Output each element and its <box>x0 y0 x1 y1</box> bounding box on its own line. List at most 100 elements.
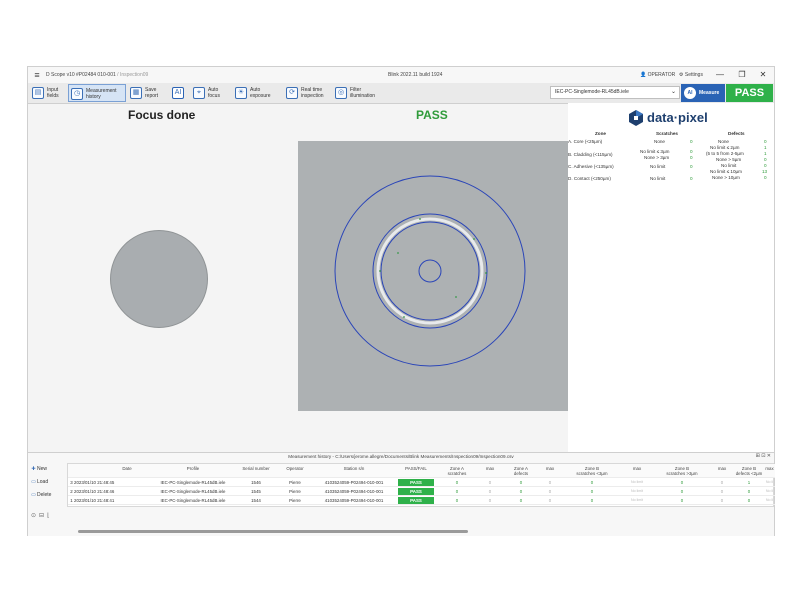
maximize-button[interactable]: ❐ <box>736 69 748 81</box>
col-zone-b-scratches-gt3[interactable]: Zone B scratches >3µm <box>652 466 712 476</box>
max-cell: 0 <box>548 498 552 503</box>
serial-cell: 1545 <box>251 489 261 494</box>
scratches-cell: None <box>654 139 665 144</box>
max-cell: 0 <box>720 480 724 485</box>
close-button[interactable]: ✕ <box>757 69 769 81</box>
col-max[interactable]: max <box>624 466 650 471</box>
table-row[interactable]: 3 2023/01/10 21:48:45 IEC-PC-Singlemode-… <box>68 478 775 487</box>
refresh-icon[interactable]: ⊙ <box>31 513 39 519</box>
logo-text: data·pixel <box>647 110 708 125</box>
operator-button[interactable]: 👤 OPERATOR <box>640 72 675 78</box>
col-zone-b-scratches-lt3[interactable]: Zone B scratches <3µm <box>562 466 622 476</box>
scratches-value: 0 <box>690 155 693 160</box>
defects-value: 1 <box>764 145 767 150</box>
max-cell: No li <box>765 480 774 484</box>
table-row[interactable]: 1 2023/01/10 21:48:41 IEC-PC-Singlemode-… <box>68 496 775 505</box>
defects-header: Defects <box>728 131 745 136</box>
max-cell: No li <box>765 498 774 502</box>
defect-dot <box>455 296 457 298</box>
col-zone-a-scratches[interactable]: Zone A scratches <box>440 466 474 476</box>
col-station[interactable]: Station s/n <box>316 466 392 471</box>
table-row[interactable]: 2 2023/01/10 21:48:46 IEC-PC-Singlemode-… <box>68 487 775 496</box>
zone-core-ring <box>418 259 442 283</box>
exposure-icon: ☀ <box>235 87 247 99</box>
new-label: New <box>37 466 48 472</box>
horizontal-scrollbar[interactable] <box>78 530 468 533</box>
measurement-history-button[interactable]: ◷ Measurement history <box>68 84 126 102</box>
col-max[interactable]: max <box>712 466 732 471</box>
value-cell: 0 <box>455 480 459 485</box>
max-cell: No limit <box>631 498 643 502</box>
filter-illumination-label: Filter illumination <box>350 87 376 99</box>
save-report-button[interactable]: ▦ Save report <box>128 84 168 102</box>
col-profile[interactable]: Profile <box>152 466 234 471</box>
col-serial[interactable]: Serial number <box>236 466 276 471</box>
filter-icon: ◎ <box>335 87 347 99</box>
settings-button[interactable]: ⚙ Settings <box>679 72 703 78</box>
chevron-down-icon: ⌄ <box>670 89 676 95</box>
ai-button[interactable]: AI <box>170 84 188 102</box>
pass-cell: PASS <box>398 497 434 504</box>
col-max[interactable]: max <box>538 466 562 471</box>
defects-value: 0 <box>764 157 767 162</box>
history-tool-icons[interactable]: ⊙⊟⌊ <box>31 512 52 519</box>
col-pass-fail[interactable]: PASS/FAIL <box>396 466 436 471</box>
input-fields-button[interactable]: ▤ Input fields <box>30 84 68 102</box>
value-cell: 0 <box>590 480 594 485</box>
panel-controls[interactable]: ⊞ ⊡ ✕ <box>756 453 771 459</box>
defects-value: 0 <box>764 175 767 180</box>
col-operator[interactable]: Operator <box>278 466 312 471</box>
form-icon: ▤ <box>32 87 44 99</box>
measurement-history-panel: Measurement history - C:/Users/jerome.al… <box>28 452 775 536</box>
defect-dot <box>485 272 487 274</box>
minimize-button[interactable]: — <box>714 69 726 81</box>
defects-value: 0 <box>764 163 767 168</box>
table-header-row: Date Profile Serial number Operator Stat… <box>68 464 775 478</box>
scratches-cell: None > 3µm <box>644 155 670 160</box>
value-cell: 0 <box>680 498 684 503</box>
col-max[interactable]: max <box>476 466 504 471</box>
real-time-inspection-button[interactable]: ⟳ Real time inspection <box>284 84 334 102</box>
filter-illumination-button[interactable]: ◎ Filter illumination <box>333 84 383 102</box>
new-button[interactable]: ✚New <box>30 464 64 475</box>
chart-icon[interactable]: ⌊ <box>47 513 52 519</box>
fiber-end-face-image[interactable] <box>298 141 568 411</box>
station-cell: 4103524059-P02494-010-001 <box>324 489 384 494</box>
profile-select[interactable]: IEC-PC-Singlemode-RL45dB.iele ⌄ <box>550 86 680 99</box>
fiber-zone-overlay <box>334 175 526 367</box>
max-cell: 0 <box>488 498 492 503</box>
pass-cell: PASS <box>398 479 434 486</box>
value-cell: 0 <box>519 498 523 503</box>
defects-value: 1 <box>764 151 767 156</box>
max-cell: 0 <box>548 489 552 494</box>
defect-dot <box>473 238 475 240</box>
value-cell: 0 <box>455 498 459 503</box>
load-button[interactable]: ▭Load <box>30 477 64 488</box>
col-max[interactable]: max <box>764 466 775 471</box>
auto-focus-button[interactable]: ⌖ Auto focus <box>191 84 231 102</box>
value-cell: 0 <box>747 498 751 503</box>
auto-exposure-button[interactable]: ☀ Auto exposure <box>233 84 281 102</box>
measure-label: Measure <box>699 90 720 96</box>
col-zone-b-defects[interactable]: Zone B defects <2µm <box>734 466 764 476</box>
hamburger-icon[interactable]: ≡ <box>32 70 42 80</box>
window-title: D Scope v10 #P02484 010-001 / Inspection… <box>46 72 148 78</box>
operator-cell: Pierre <box>289 489 301 494</box>
defect-dot <box>419 218 421 220</box>
defects-cell: None <box>718 139 729 144</box>
value-cell: 0 <box>455 489 459 494</box>
defect-dot <box>379 270 381 272</box>
col-date[interactable]: Date <box>102 466 152 471</box>
zone-header: Zone <box>595 131 606 136</box>
measure-button[interactable]: AI Measure <box>681 84 725 102</box>
zone-adhesive-ring-outer <box>372 213 488 329</box>
delete-button[interactable]: ▭Delete <box>30 490 64 501</box>
max-cell: 0 <box>488 480 492 485</box>
scratches-value: 0 <box>690 139 693 144</box>
max-cell: No li <box>765 489 774 493</box>
value-cell: 0 <box>680 489 684 494</box>
export-icon[interactable]: ⊟ <box>39 513 47 519</box>
scratches-value: 0 <box>690 164 693 169</box>
max-cell: No limit <box>631 480 643 484</box>
col-zone-a-defects[interactable]: Zone A defects <box>506 466 536 476</box>
